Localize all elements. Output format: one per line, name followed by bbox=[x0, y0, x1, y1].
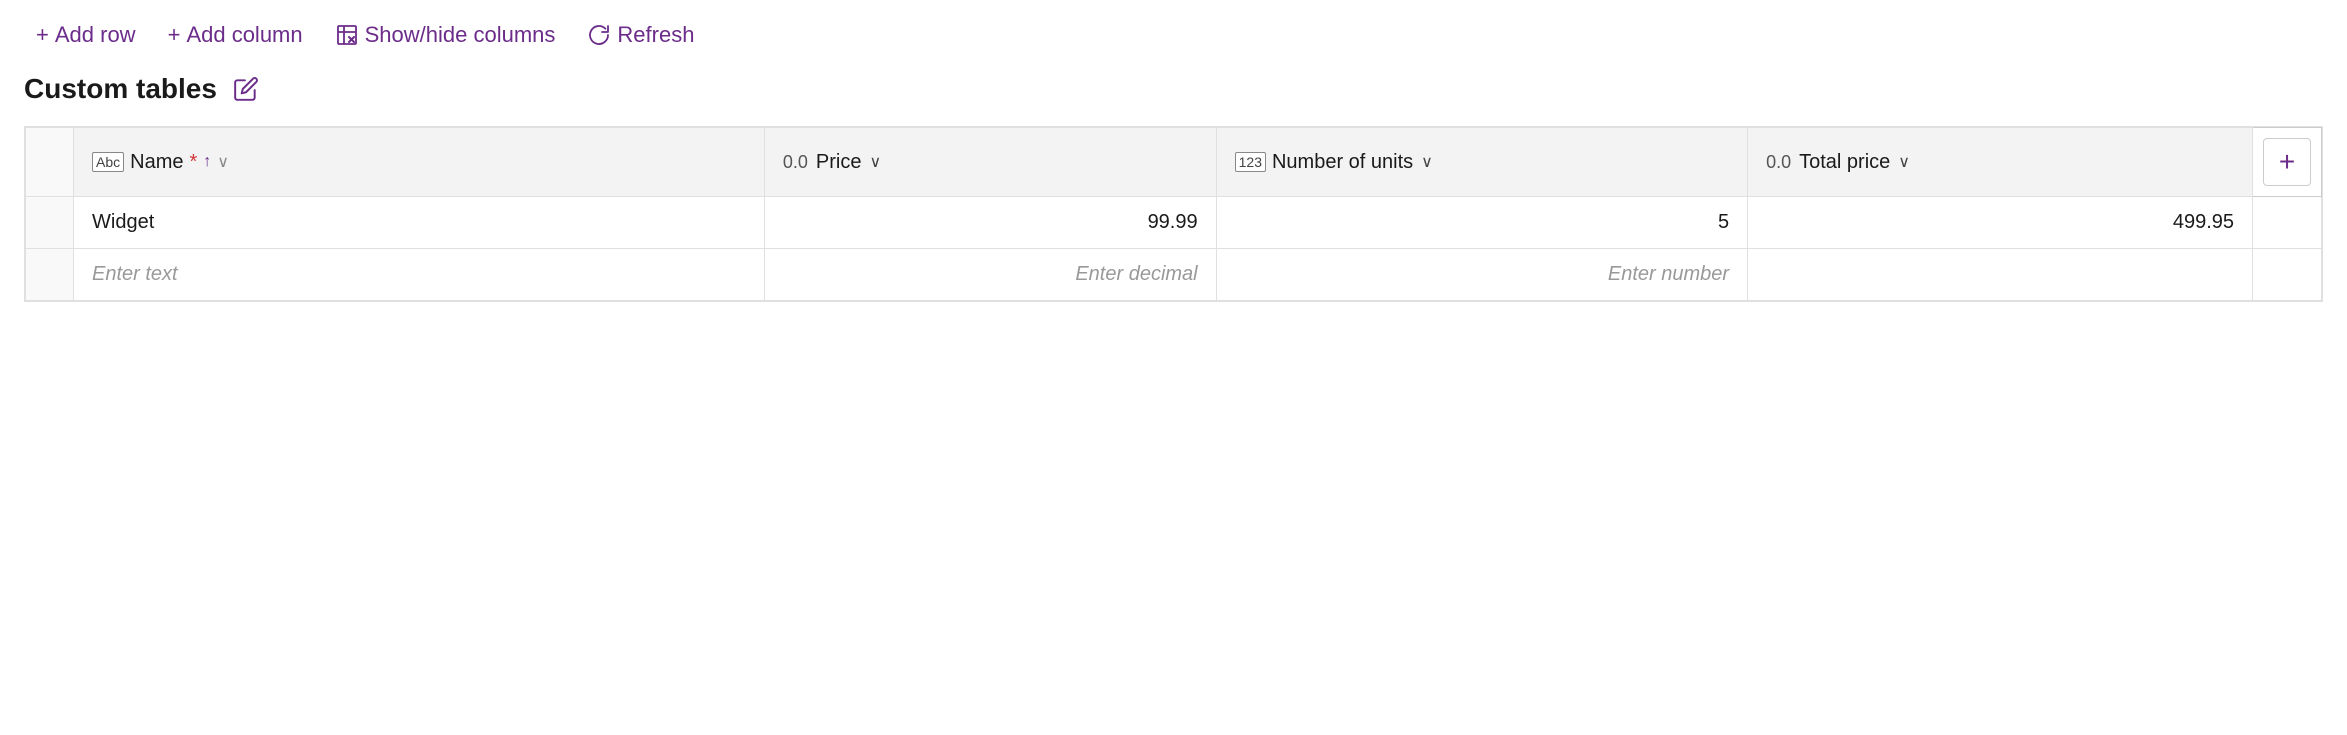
table-header-row: Abc Name * ↑ ∨ 0.0 Price ∨ bbox=[26, 128, 2322, 197]
add-column-label: Add column bbox=[186, 22, 302, 48]
enter-number-placeholder: Enter number bbox=[1608, 263, 1729, 285]
pencil-icon bbox=[233, 76, 259, 102]
name-value: Widget bbox=[92, 211, 154, 233]
decimal-icon-price: 0.0 bbox=[783, 152, 808, 173]
table-row: Widget 99.99 5 499.95 bbox=[26, 197, 2322, 249]
page-title: Custom tables bbox=[24, 73, 217, 105]
total-price-chevron-icon[interactable]: ∨ bbox=[1898, 152, 1910, 172]
plus-icon-2: + bbox=[168, 22, 181, 48]
col-header-total-price[interactable]: 0.0 Total price ∨ bbox=[1748, 128, 2253, 197]
col-header-price[interactable]: 0.0 Price ∨ bbox=[764, 128, 1216, 197]
new-row-price-cell[interactable]: Enter decimal bbox=[764, 249, 1216, 301]
new-row-name-cell[interactable]: Enter text bbox=[74, 249, 765, 301]
refresh-label: Refresh bbox=[617, 22, 694, 48]
price-chevron-icon[interactable]: ∨ bbox=[870, 152, 882, 172]
cell-name-widget[interactable]: Widget bbox=[74, 197, 765, 249]
data-table-container: Abc Name * ↑ ∨ 0.0 Price ∨ bbox=[24, 126, 2323, 302]
new-row-actions-cell bbox=[2253, 249, 2322, 301]
row-selector-header bbox=[26, 128, 74, 197]
edit-title-button[interactable] bbox=[229, 72, 263, 106]
number-icon-units: 123 bbox=[1235, 152, 1266, 172]
col-header-units[interactable]: 123 Number of units ∨ bbox=[1216, 128, 1747, 197]
abc-icon: Abc bbox=[92, 152, 124, 172]
show-hide-label: Show/hide columns bbox=[365, 22, 556, 48]
col-units-label: Number of units bbox=[1272, 151, 1413, 174]
cell-units-widget[interactable]: 5 bbox=[1216, 197, 1747, 249]
data-table: Abc Name * ↑ ∨ 0.0 Price ∨ bbox=[25, 127, 2322, 301]
table-new-row: Enter text Enter decimal Enter number bbox=[26, 249, 2322, 301]
enter-text-placeholder: Enter text bbox=[92, 263, 178, 285]
col-price-label: Price bbox=[816, 151, 862, 174]
total-price-value: 499.95 bbox=[2173, 211, 2234, 233]
sort-ascending-icon[interactable]: ↑ bbox=[203, 153, 211, 171]
add-column-icon: + bbox=[2263, 138, 2311, 186]
add-column-button[interactable]: + Add column bbox=[156, 16, 315, 54]
col-total-price-label: Total price bbox=[1799, 151, 1890, 174]
add-row-button[interactable]: + Add row bbox=[24, 16, 148, 54]
new-row-total-cell bbox=[1748, 249, 2253, 301]
new-row-selector-cell[interactable] bbox=[26, 249, 74, 301]
cell-total-price-widget[interactable]: 499.95 bbox=[1748, 197, 2253, 249]
refresh-icon bbox=[587, 23, 611, 47]
toolbar: + Add row + Add column Show/hide columns… bbox=[24, 16, 2323, 54]
show-hide-columns-button[interactable]: Show/hide columns bbox=[323, 16, 568, 54]
cell-price-widget[interactable]: 99.99 bbox=[764, 197, 1216, 249]
col-name-label: Name bbox=[130, 151, 183, 174]
new-row-units-cell[interactable]: Enter number bbox=[1216, 249, 1747, 301]
add-row-label: Add row bbox=[55, 22, 136, 48]
price-value: 99.99 bbox=[1148, 211, 1198, 233]
page-title-row: Custom tables bbox=[24, 72, 2323, 106]
decimal-icon-total: 0.0 bbox=[1766, 152, 1791, 173]
refresh-button[interactable]: Refresh bbox=[575, 16, 706, 54]
enter-decimal-placeholder: Enter decimal bbox=[1075, 263, 1197, 285]
show-hide-icon bbox=[335, 23, 359, 47]
cell-actions-widget bbox=[2253, 197, 2322, 249]
col-header-name[interactable]: Abc Name * ↑ ∨ bbox=[74, 128, 765, 197]
add-column-header-button[interactable]: + bbox=[2253, 128, 2322, 197]
sort-descending-icon[interactable]: ∨ bbox=[217, 152, 229, 172]
row-selector-cell[interactable] bbox=[26, 197, 74, 249]
units-value: 5 bbox=[1718, 211, 1729, 233]
plus-icon: + bbox=[36, 22, 49, 48]
units-chevron-icon[interactable]: ∨ bbox=[1421, 152, 1433, 172]
required-indicator: * bbox=[189, 151, 197, 174]
